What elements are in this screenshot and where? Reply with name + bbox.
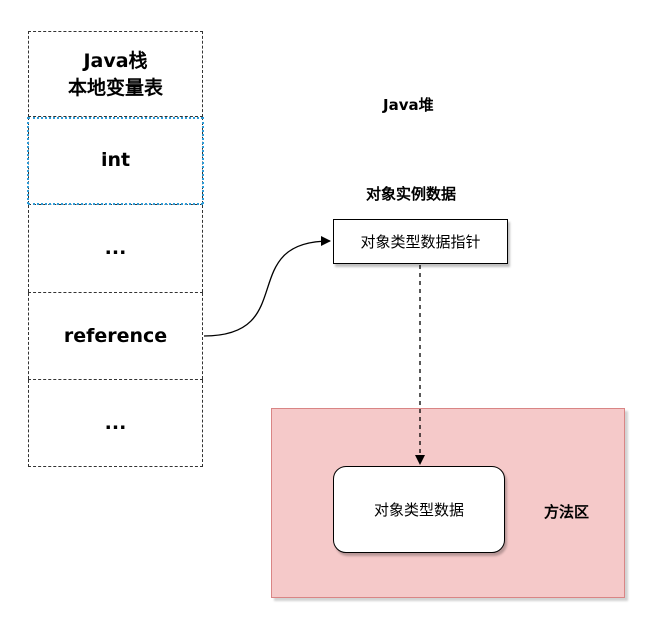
stack-slot-label: int	[100, 149, 131, 171]
heap-title: Java堆	[383, 96, 434, 114]
stack-slot-int[interactable]: int	[28, 117, 203, 204]
stack-slot-label: ...	[104, 411, 127, 434]
type-data-box[interactable]: 对象类型数据	[333, 466, 505, 553]
type-pointer-label: 对象类型数据指针	[360, 233, 481, 251]
selection-outline-left	[27, 117, 29, 204]
local-variable-table-title: 本地变量表	[67, 76, 163, 99]
stack-slot-reference[interactable]: reference	[28, 293, 203, 379]
stack-title: Java栈	[83, 49, 148, 72]
stack-header: Java栈 本地变量表	[28, 31, 203, 117]
type-pointer-box[interactable]: 对象类型数据指针	[333, 219, 508, 264]
selection-outline-right	[202, 117, 204, 204]
selection-outline-top	[28, 117, 203, 119]
method-area-title: 方法区	[544, 503, 590, 521]
reference-arrow	[203, 236, 331, 337]
stack-slot-ellipsis[interactable]: ...	[28, 380, 203, 467]
stack-slot-ellipsis[interactable]: ...	[28, 205, 203, 292]
selection-outline-bottom	[28, 203, 203, 205]
instance-data-title: 对象实例数据	[366, 185, 457, 203]
stack-slot-label: reference	[63, 324, 168, 347]
stack-slot-label: ...	[104, 237, 127, 259]
type-data-label: 对象类型数据	[373, 501, 464, 519]
